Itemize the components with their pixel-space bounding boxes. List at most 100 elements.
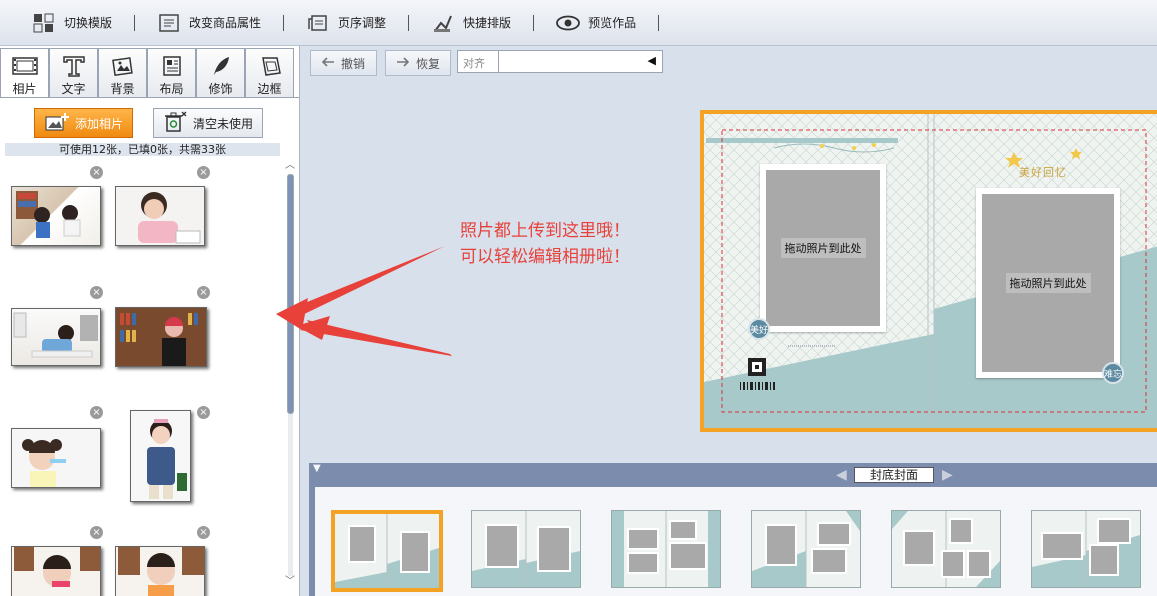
collapse-icon[interactable]: ▼ [313,463,321,474]
upload-hint-line2: 可以轻松编辑相册啦！ [460,247,630,267]
redo-label: 恢复 [416,56,441,71]
quick-layout-button[interactable]: 快捷排版 [425,8,517,38]
tab-decorate[interactable]: 修饰 [196,48,245,98]
page-thumbnail[interactable] [891,510,1001,588]
delete-photo-button[interactable]: × [197,406,210,419]
tab-background[interactable]: 背景 [98,48,147,98]
redo-arrow-icon [396,56,410,70]
callout-arrows [276,246,452,356]
side-tabs: 相片 文字 背景 布局 修饰 边框 [0,48,294,98]
feather-icon [207,53,235,79]
quick-layout-icon [431,12,455,34]
product-attributes-icon [157,12,181,34]
redo-button[interactable]: 恢复 [385,50,451,76]
tab-decorate-label: 修饰 [208,82,233,96]
photo-thumbnail[interactable] [11,546,101,596]
align-label: 对齐 [463,57,485,70]
page-order-label: 页序调整 [338,16,387,30]
photo-thumbnail[interactable] [115,546,205,596]
page-thumbnail[interactable] [1031,510,1141,588]
spread-heading: 美好回忆 [1019,166,1067,179]
preview-button[interactable]: 预览作品 [550,8,642,38]
align-select[interactable]: 对齐 ◀ [457,50,663,73]
delete-photo-button[interactable]: × [90,166,103,179]
photo-thumbnail[interactable] [11,186,101,246]
tab-photos-label: 相片 [12,82,37,96]
trash-icon [163,111,187,136]
tab-layout-label: 布局 [159,82,184,96]
badge-left: 美好 [748,318,770,340]
photo-thumbnail[interactable] [115,186,205,246]
toolbar-divider [283,14,285,31]
delete-photo-button[interactable]: × [90,526,103,539]
upload-hint: 照片都上传到这里哦！ 可以轻松编辑相册啦！ [460,218,630,270]
switch-template-button[interactable]: 切换模版 [26,8,118,38]
tab-frame[interactable]: 边框 [245,48,294,98]
drop-hint-right: 拖动照片到此处 [1005,273,1091,293]
page-thumbnail[interactable] [751,510,861,588]
product-attributes-button[interactable]: 改变商品属性 [151,8,267,38]
page-order-button[interactable]: 页序调整 [300,8,392,38]
current-page-label: 封底封面 [854,467,934,483]
product-attributes-label: 改变商品属性 [189,16,262,30]
text-icon [60,53,88,79]
photo-drop-zone-right[interactable]: 拖动照片到此处 [976,188,1120,378]
delete-photo-button[interactable]: × [90,406,103,419]
page-thumbnail[interactable] [611,510,721,588]
toolbar-divider [658,14,660,31]
delete-photo-button[interactable]: × [197,166,210,179]
add-photo-label: 添加相片 [75,116,124,131]
caret-left-icon: ◀ [647,54,656,67]
clear-unused-label: 清空未使用 [193,116,254,131]
photo-thumbnail[interactable] [11,308,101,366]
tab-text[interactable]: 文字 [49,48,98,98]
delete-photo-button[interactable]: × [90,286,103,299]
switch-template-label: 切换模版 [64,16,113,30]
tab-background-label: 背景 [110,82,135,96]
prev-page-icon[interactable]: ◀ [836,467,848,483]
toolbar-divider [533,14,535,31]
clear-unused-button[interactable]: 清空未使用 [153,108,263,138]
photo-list-scrollbar[interactable]: ︿ ﹀ [283,160,297,590]
tab-text-label: 文字 [61,82,86,96]
next-page-icon[interactable]: ▶ [942,467,954,483]
layout-icon [158,53,186,79]
page-thumbnail[interactable] [471,510,581,588]
photo-thumbnail[interactable] [130,410,191,502]
switch-template-icon [32,12,56,34]
upload-hint-line1: 照片都上传到这里哦！ [460,221,630,241]
background-icon [109,53,137,79]
photo-drop-zone-left[interactable]: 拖动照片到此处 [760,164,886,332]
align-divider [498,51,499,72]
toolbar-divider [134,14,136,31]
toolbar-divider [408,14,410,31]
delete-photo-button[interactable]: × [197,286,210,299]
undo-button[interactable]: 撤销 [310,50,377,76]
add-photo-button[interactable]: 添加相片 [34,108,133,138]
left-panel: 相片 文字 背景 布局 修饰 边框 添加相片 清空未使用 可使用12张，已填0张… [0,46,300,596]
top-toolbar: 切换模版 改变商品属性 页序调整 快捷排版 预览作品 [0,0,1157,46]
add-photo-icon [45,112,69,134]
undo-arrow-icon [321,56,335,70]
tab-photos[interactable]: 相片 [0,48,49,98]
album-spread[interactable]: 美好回忆 拖动照片到此处 拖动照片到此处 美好 难忘 [700,110,1157,432]
page-thumbnail[interactable] [331,510,443,592]
scroll-down-icon[interactable]: ﹀ [283,576,297,588]
eye-icon [556,12,580,34]
tab-underline [0,97,299,98]
delete-photo-button[interactable]: × [197,526,210,539]
frame-icon [256,53,284,79]
undo-label: 撤销 [341,56,366,71]
film-icon [11,53,39,79]
badge-right: 难忘 [1102,362,1124,384]
photo-thumbnail[interactable] [115,307,207,367]
preview-label: 预览作品 [588,16,637,30]
photo-thumbnail[interactable] [11,428,101,488]
photo-count-status: 可使用12张，已填0张，共需33张 [5,143,280,156]
quick-layout-label: 快捷排版 [463,16,512,30]
page-order-icon [306,12,330,34]
tab-layout[interactable]: 布局 [147,48,196,98]
scroll-up-icon[interactable]: ︿ [283,160,297,172]
tab-frame-label: 边框 [257,82,282,96]
drop-hint-left: 拖动照片到此处 [780,238,866,258]
